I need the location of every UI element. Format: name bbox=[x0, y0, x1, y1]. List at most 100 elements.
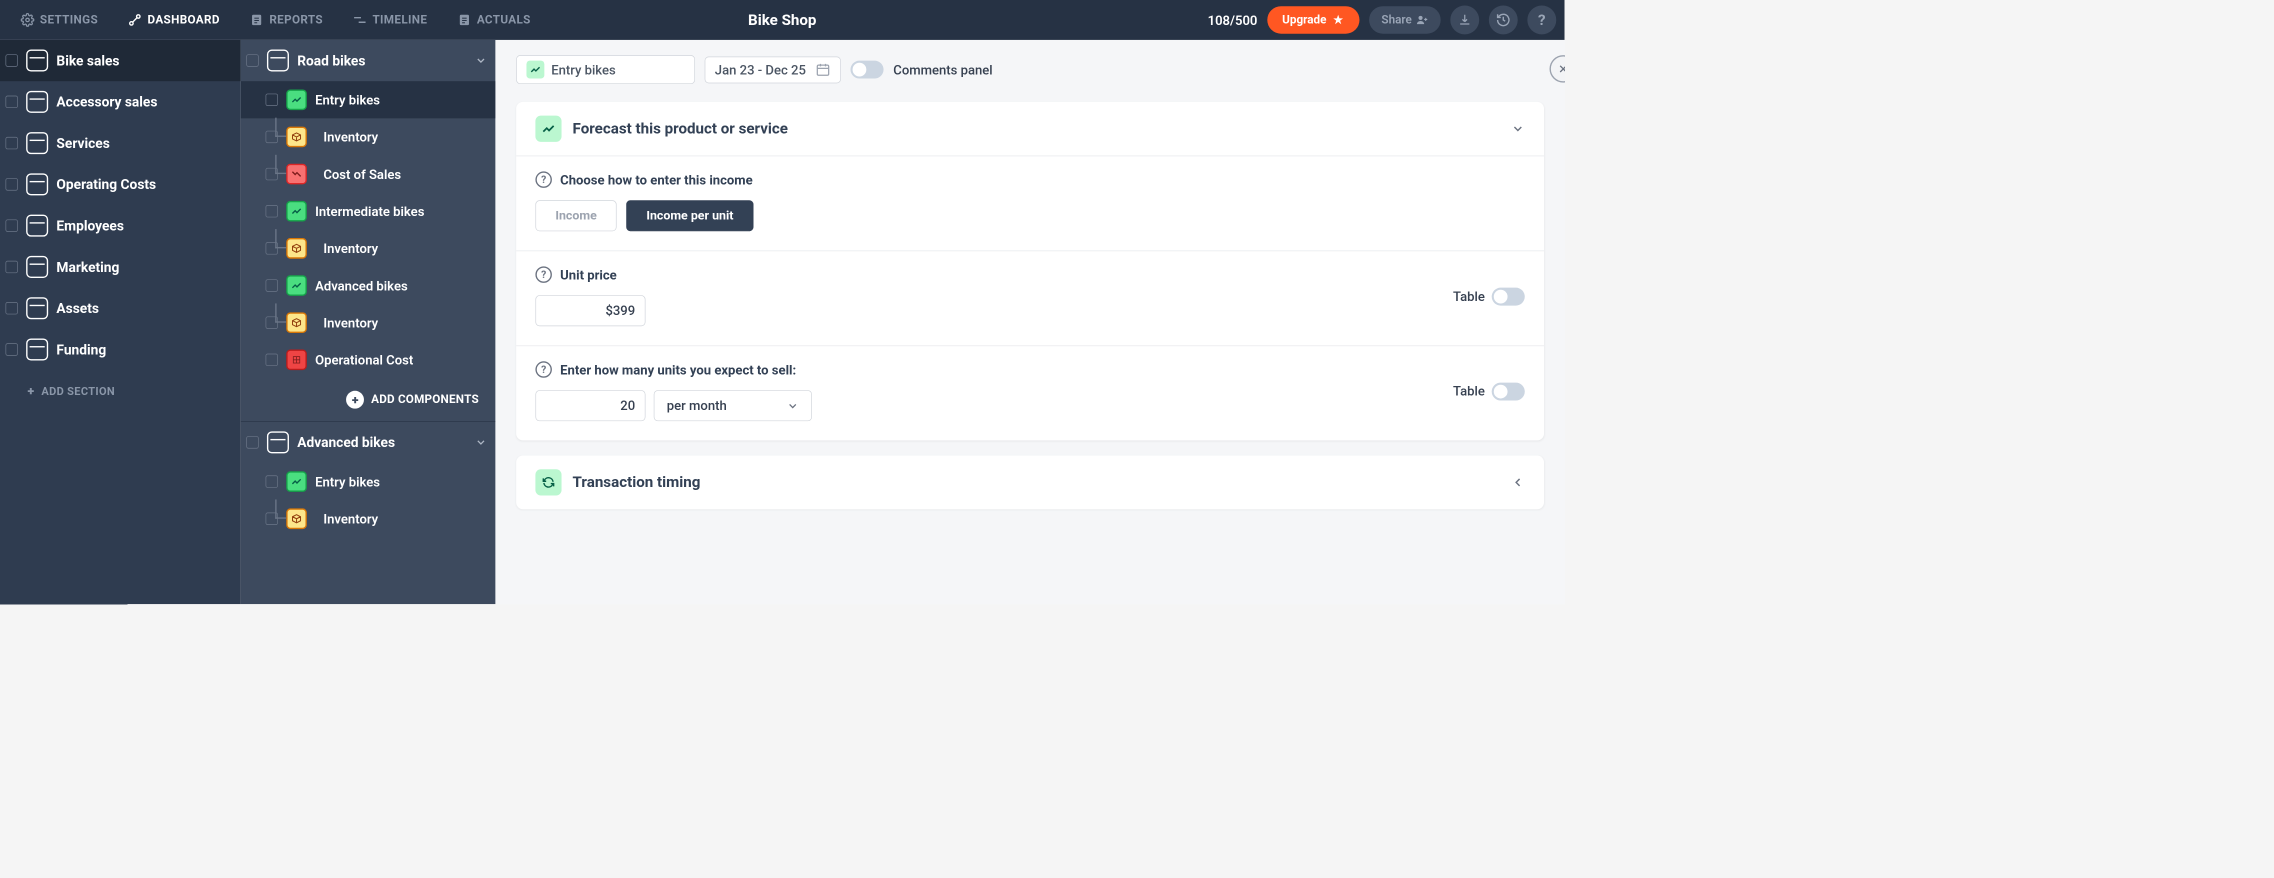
sidebar-item-accessory-sales[interactable]: Accessory sales bbox=[0, 81, 241, 122]
sidebar-item-assets[interactable]: Assets bbox=[0, 288, 241, 329]
nav-reports[interactable]: REPORTS bbox=[238, 6, 336, 34]
chevron-down-icon[interactable] bbox=[475, 54, 487, 66]
help-icon[interactable]: ? bbox=[535, 266, 552, 283]
comments-toggle[interactable] bbox=[850, 61, 883, 79]
grid-icon bbox=[286, 350, 307, 371]
forecast-card: Forecast this product or service ? Choos… bbox=[516, 102, 1544, 440]
sidebar-item-bike-sales[interactable]: Bike sales bbox=[0, 40, 241, 81]
component-inventory[interactable]: Inventory bbox=[241, 230, 496, 267]
help-icon[interactable]: ? bbox=[535, 171, 552, 188]
header-right: 108/500 Upgrade Share ? bbox=[1208, 6, 1557, 35]
date-range-label: Jan 23 - Dec 25 bbox=[715, 62, 806, 78]
unit-price-input[interactable] bbox=[535, 295, 645, 326]
component-label: Advanced bikes bbox=[315, 278, 408, 294]
checkbox[interactable] bbox=[266, 94, 278, 106]
component-cost-of-sales[interactable]: Cost of Sales bbox=[241, 155, 496, 192]
star-icon bbox=[1332, 14, 1344, 26]
history-icon bbox=[1496, 12, 1511, 27]
checkbox[interactable] bbox=[6, 96, 18, 108]
nav-dashboard[interactable]: DASHBOARD bbox=[116, 6, 232, 34]
timing-card-header[interactable]: Transaction timing bbox=[516, 455, 1544, 509]
help-icon[interactable]: ? bbox=[535, 361, 552, 378]
download-button[interactable] bbox=[1450, 6, 1479, 35]
checkbox[interactable] bbox=[266, 279, 278, 291]
checkbox[interactable] bbox=[266, 354, 278, 366]
sidebar-item-employees[interactable]: Employees bbox=[0, 205, 241, 246]
main-content: Entry bikes Jan 23 - Dec 25 Comments pan… bbox=[495, 40, 1564, 604]
component-entry-bikes[interactable]: Entry bikes bbox=[241, 463, 496, 500]
component-inventory[interactable]: Inventory bbox=[241, 118, 496, 155]
checkbox[interactable] bbox=[6, 137, 18, 149]
table-toggle[interactable] bbox=[1492, 382, 1525, 400]
checkbox[interactable] bbox=[6, 219, 18, 231]
chevron-left-icon[interactable] bbox=[1511, 475, 1525, 489]
share-button[interactable]: Share bbox=[1369, 6, 1441, 34]
income-per-unit-button[interactable]: Income per unit bbox=[626, 200, 753, 231]
sidebar-item-operating-costs[interactable]: Operating Costs bbox=[0, 164, 241, 205]
nav-label: REPORTS bbox=[269, 13, 323, 27]
checkbox[interactable] bbox=[6, 261, 18, 273]
nav-actuals[interactable]: ACTUALS bbox=[445, 6, 543, 34]
section-label: Services bbox=[56, 135, 109, 152]
breadcrumb-chip[interactable]: Entry bikes bbox=[516, 55, 695, 84]
date-range-picker[interactable]: Jan 23 - Dec 25 bbox=[704, 56, 841, 83]
timing-card: Transaction timing bbox=[516, 455, 1544, 509]
component-label: Inventory bbox=[323, 129, 378, 145]
sidebar-item-marketing[interactable]: Marketing bbox=[0, 246, 241, 287]
units-input[interactable] bbox=[535, 390, 645, 421]
checkbox[interactable] bbox=[6, 178, 18, 190]
forecast-card-header[interactable]: Forecast this product or service bbox=[516, 102, 1544, 156]
frequency-select[interactable]: per month bbox=[654, 390, 812, 421]
section-label: Assets bbox=[56, 300, 99, 317]
app-title: Bike Shop bbox=[748, 11, 816, 28]
checkbox[interactable] bbox=[6, 54, 18, 66]
component-inventory[interactable]: Inventory bbox=[241, 304, 496, 341]
group-header-advanced-bikes[interactable]: Advanced bikes bbox=[241, 422, 496, 463]
plus-icon: + bbox=[28, 384, 35, 398]
component-label: Cost of Sales bbox=[323, 166, 401, 182]
checkbox[interactable] bbox=[6, 302, 18, 314]
checkbox[interactable] bbox=[246, 436, 258, 448]
chart-up-icon bbox=[286, 471, 307, 492]
chevron-down-icon[interactable] bbox=[1511, 122, 1525, 136]
component-advanced-bikes[interactable]: Advanced bikes bbox=[241, 267, 496, 304]
close-panel-button[interactable] bbox=[1549, 55, 1564, 83]
checkbox[interactable] bbox=[266, 205, 278, 217]
help-button[interactable]: ? bbox=[1527, 6, 1556, 35]
units-section: ? Enter how many units you expect to sel… bbox=[516, 345, 1544, 440]
checkbox[interactable] bbox=[6, 343, 18, 355]
nav-settings[interactable]: SETTINGS bbox=[8, 6, 110, 34]
chevron-down-icon[interactable] bbox=[475, 436, 487, 448]
app-header: SETTINGS DASHBOARD REPORTS TIMELINE ACTU… bbox=[0, 0, 1565, 40]
income-button[interactable]: Income bbox=[535, 200, 616, 231]
share-label: Share bbox=[1381, 13, 1411, 27]
table-label: Table bbox=[1453, 288, 1485, 304]
component-label: Entry bikes bbox=[315, 92, 380, 108]
chart-up-icon bbox=[526, 61, 544, 79]
component-inventory[interactable]: Inventory bbox=[241, 500, 496, 537]
section-label: Operating Costs bbox=[56, 176, 156, 193]
upgrade-button[interactable]: Upgrade bbox=[1267, 6, 1359, 34]
card-title: Transaction timing bbox=[572, 474, 700, 491]
component-intermediate-bikes[interactable]: Intermediate bikes bbox=[241, 193, 496, 230]
table-toggle[interactable] bbox=[1492, 287, 1525, 305]
add-section-button[interactable]: + ADD SECTION bbox=[0, 370, 241, 412]
folder-icon bbox=[26, 50, 48, 72]
add-components-button[interactable]: + ADD COMPONENTS bbox=[241, 378, 496, 421]
sidebar-item-funding[interactable]: Funding bbox=[0, 329, 241, 370]
plus-circle-icon: + bbox=[346, 391, 364, 409]
nav-timeline[interactable]: TIMELINE bbox=[341, 6, 440, 34]
card-title: Forecast this product or service bbox=[572, 120, 787, 137]
sidebar-components: Road bikes Entry bikes Inventory bbox=[241, 40, 496, 604]
folder-icon bbox=[26, 91, 48, 113]
table-toggle-row: Table bbox=[1453, 287, 1525, 305]
sidebar-item-services[interactable]: Services bbox=[0, 122, 241, 163]
section-label: Accessory sales bbox=[56, 94, 157, 111]
component-entry-bikes[interactable]: Entry bikes bbox=[241, 81, 496, 118]
group-header-road-bikes[interactable]: Road bikes bbox=[241, 40, 496, 81]
component-operational-cost[interactable]: Operational Cost bbox=[241, 341, 496, 378]
nav-label: TIMELINE bbox=[372, 13, 427, 27]
checkbox[interactable] bbox=[266, 475, 278, 487]
history-button[interactable] bbox=[1489, 6, 1518, 35]
checkbox[interactable] bbox=[246, 54, 258, 66]
